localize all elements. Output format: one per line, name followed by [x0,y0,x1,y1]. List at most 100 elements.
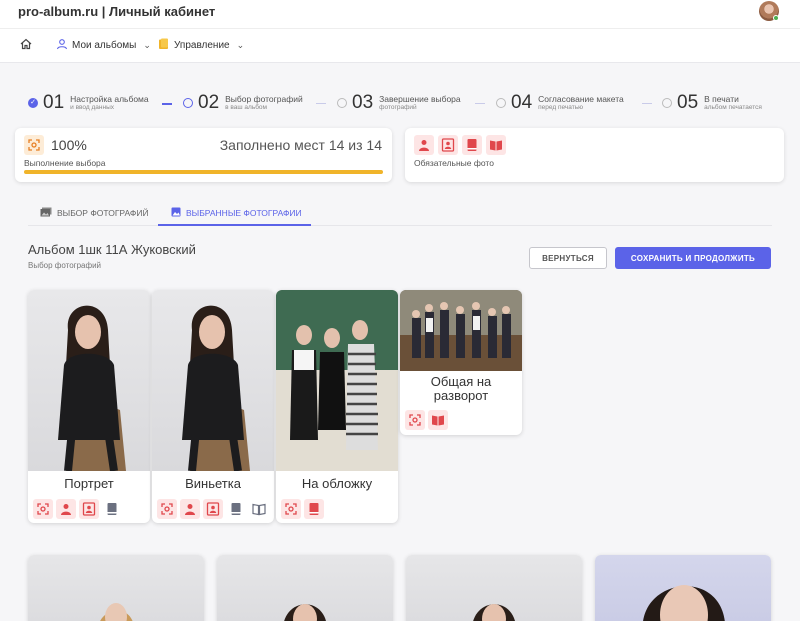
book-icon[interactable] [102,499,122,519]
app-title: pro-album.ru | Личный кабинет [18,4,216,19]
portrait-photo[interactable] [28,290,150,472]
mandatory-label: Обязательные фото [414,158,494,168]
photo-card-vignette[interactable]: Виньетка [152,290,274,523]
step-number: 02 [198,92,220,113]
user-icon [56,38,68,53]
step-4[interactable]: 04 Согласование макета перед печатью [496,92,624,114]
step-label: Завершение выбора [379,93,461,104]
nav-bar: Мои альбомы ⌄ Управление ⌄ [0,29,800,63]
book-icon[interactable] [304,499,324,519]
step-connector [475,103,485,104]
tab-selected-photos[interactable]: ВЫБРАННЫЕ ФОТОГРАФИИ [171,207,302,219]
chevron-down-icon: ⌄ [236,40,245,50]
step-number: 01 [43,92,65,113]
person-icon [414,135,434,155]
step-sublabel: в ваш альбом [225,104,268,111]
id-portrait-icon[interactable] [203,499,223,519]
top-bar: pro-album.ru | Личный кабинет [0,0,800,29]
step-number: 03 [352,92,374,113]
photo-card[interactable] [217,555,393,621]
selection-progress-card: 100% Заполнено мест 14 из 14 Выполнение … [15,128,392,182]
tab-select-photos[interactable]: ВЫБОР ФОТОГРАФИЙ [40,207,149,219]
nav-my-albums-label: Мои альбомы [72,40,137,51]
photo-name: Портрет [64,476,114,491]
photo-name: На обложку [301,476,373,491]
step-label: Настройка альбома [70,93,149,104]
home-button[interactable] [20,38,32,53]
step-connector [162,103,172,105]
photo-card-spread[interactable]: Общая на разворот [400,290,522,435]
back-button[interactable]: ВЕРНУТЬСЯ [529,247,607,269]
step-circle [337,98,347,108]
portrait-photo[interactable] [217,555,393,621]
progress-label: Выполнение выбора [24,158,106,168]
album-title: Альбом 1шк 11А Жуковский [28,242,196,257]
photo-card[interactable] [406,555,582,621]
focus-icon [24,135,44,155]
progress-bar-fill [24,170,383,174]
id-portrait-icon[interactable] [79,499,99,519]
folder-icon [158,38,170,53]
nav-my-albums[interactable]: Мои альбомы ⌄ [56,38,151,53]
step-circle [183,98,193,108]
online-status-dot [773,15,779,21]
portrait-photo[interactable] [595,555,771,621]
step-3[interactable]: 03 Завершение выбора фотографий [337,92,461,114]
step-circle [662,98,672,108]
step-label: Согласование макета [538,93,624,104]
nav-manage-label: Управление [174,40,230,51]
photo-card[interactable] [595,555,771,621]
book-icon [462,135,482,155]
images-icon [40,207,52,219]
progress-stepper: ✓ 01 Настройка альбома и ввод данных 02 В… [28,92,788,116]
person-icon[interactable] [56,499,76,519]
check-icon: ✓ [28,98,38,108]
vignette-photo[interactable] [152,290,274,472]
open-book-icon[interactable] [249,499,269,519]
open-book-icon [486,135,506,155]
group-photo[interactable] [400,290,522,371]
step-sublabel: перед печатью [538,104,583,111]
nav-manage[interactable]: Управление ⌄ [158,38,244,53]
step-2[interactable]: 02 Выбор фотографий в ваш альбом [183,92,303,114]
mandatory-photos-card: Обязательные фото [405,128,784,182]
photo-name: Общая на разворот [430,374,492,403]
photo-tabs: ВЫБОР ФОТОГРАФИЙ ВЫБРАННЫЕ ФОТОГРАФИИ [28,200,772,226]
step-1[interactable]: ✓ 01 Настройка альбома и ввод данных [28,92,149,114]
chevron-down-icon: ⌄ [143,40,151,50]
step-label: В печати [704,93,739,104]
step-sublabel: фотографий [379,104,417,111]
id-portrait-icon [438,135,458,155]
places-filled: Заполнено мест 14 из 14 [219,137,382,153]
cover-photo[interactable] [276,290,398,471]
photo-card-cover[interactable]: На обложку [276,290,398,523]
focus-icon[interactable] [157,499,177,519]
step-circle [496,98,506,108]
person-icon[interactable] [180,499,200,519]
album-subtitle: Выбор фотографий [28,261,102,270]
tab-select-photos-label: ВЫБОР ФОТОГРАФИЙ [57,208,149,218]
image-icon [171,207,181,219]
step-connector [642,103,652,104]
active-tab-indicator [158,224,311,226]
home-icon [20,38,32,53]
focus-icon[interactable] [405,410,425,430]
focus-icon[interactable] [33,499,53,519]
open-book-icon[interactable] [428,410,448,430]
step-number: 04 [511,92,533,113]
photo-card-portrait[interactable]: Портрет [28,290,150,523]
progress-percent: 100% [51,137,87,153]
photo-name: Виньетка [185,476,241,491]
step-connector [316,103,326,104]
focus-icon[interactable] [281,499,301,519]
step-label: Выбор фотографий [225,93,303,104]
step-5[interactable]: 05 В печати альбом печатается [662,92,762,114]
tab-selected-photos-label: ВЫБРАННЫЕ ФОТОГРАФИИ [186,208,302,218]
portrait-photo[interactable] [28,555,204,621]
portrait-photo[interactable] [406,555,582,621]
progress-bar [24,170,383,174]
photo-card[interactable] [28,555,204,621]
save-continue-button[interactable]: СОХРАНИТЬ И ПРОДОЛЖИТЬ [615,247,771,269]
book-icon[interactable] [226,499,246,519]
step-number: 05 [677,92,699,113]
